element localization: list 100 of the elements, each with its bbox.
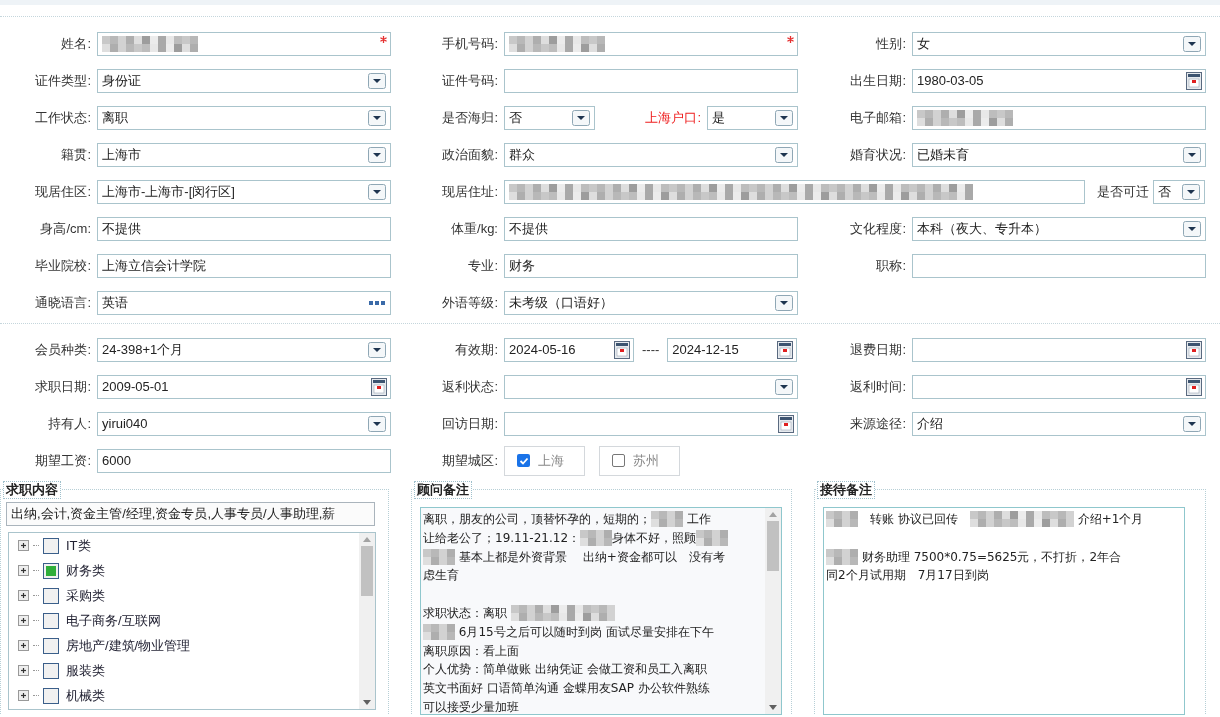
select-field[interactable]: 否	[1153, 179, 1205, 204]
scroll-thumb[interactable]	[767, 521, 779, 571]
redacted-drawing	[651, 511, 683, 528]
field-label: 求职日期:	[34, 377, 92, 396]
note-line: 基本上都是外资背景 出纳+资金都可以 没有考	[423, 547, 763, 567]
text-field[interactable]: 不提供	[504, 216, 798, 241]
expand-icon[interactable]	[18, 640, 29, 651]
checkbox[interactable]	[43, 537, 59, 554]
field-label: 证件类型:	[34, 71, 92, 90]
checkbox[interactable]	[43, 687, 59, 704]
scroll-thumb[interactable]	[361, 546, 373, 596]
calendar-icon[interactable]	[1186, 340, 1202, 359]
select-field[interactable]: 24-398+1个月	[97, 337, 391, 362]
text-field[interactable]	[97, 31, 391, 56]
select-field[interactable]: 女	[912, 31, 1206, 56]
note-line: 转账 协议已回传 介绍+1个月	[826, 510, 1182, 529]
text-field[interactable]: 不提供	[97, 216, 391, 241]
select-field[interactable]: 上海市-上海市-[闵行区]	[97, 179, 391, 204]
text-field[interactable]	[504, 31, 798, 56]
text-field[interactable]	[504, 179, 1085, 204]
field-label: 现居住区:	[34, 182, 92, 201]
tree-item[interactable]: 采购类	[66, 587, 105, 604]
select-field[interactable]: 身份证	[97, 68, 391, 93]
note-line: 让给老公了；19.11-21.12： 身体不好，照顾	[423, 528, 763, 548]
checkbox[interactable]	[612, 454, 625, 467]
text-field[interactable]: 出纳,会计,资金主管/经理,资金专员,人事专员/人事助理,薪	[6, 502, 375, 526]
expand-icon[interactable]	[18, 590, 29, 601]
tree-item[interactable]: 电子商务/互联网	[66, 612, 161, 629]
scroll-down-icon[interactable]	[363, 700, 371, 705]
calendar-icon[interactable]	[1186, 71, 1202, 90]
tree-item[interactable]: 服装类	[66, 662, 105, 679]
select-field[interactable]: yirui040	[97, 411, 391, 436]
calendar-icon[interactable]	[777, 340, 794, 359]
tree-item[interactable]: 财务类	[66, 562, 105, 579]
expand-icon[interactable]	[18, 540, 29, 551]
tree-item[interactable]: IT类	[66, 537, 91, 554]
field-label: 专业:	[467, 256, 499, 275]
calendar-icon[interactable]	[371, 377, 387, 396]
checkbox[interactable]	[43, 637, 59, 654]
text-field[interactable]: 财务	[504, 253, 798, 278]
field-label: 电子邮箱:	[849, 108, 907, 127]
city-option[interactable]: 苏州	[599, 445, 680, 476]
text-field[interactable]: 6000	[97, 448, 391, 473]
checkbox[interactable]	[43, 562, 59, 579]
field-label: 婚育状况:	[849, 145, 907, 164]
date-field[interactable]: 2009-05-01	[97, 374, 391, 399]
expand-icon[interactable]	[18, 690, 29, 701]
select-field[interactable]: 群众	[504, 142, 798, 167]
notes-area[interactable]: 离职，朋友的公司，顶替怀孕的，短期的； 工作 让给老公了；19.11-21.12： 身体不好，照顾 基本上都是外资背景 出纳+资金都可以 没有考 虑生育 求职状态：离职 6月15号之后可以随时到岗 面试尽量安排在下午 离职原因：看上面 个人优势：简单做账 出纳凭证 会做工资和员工入离职 英文书面好 口语简单沟通 金蝶用友SAP 办公软件熟练 可以接受少量加班	[420, 507, 782, 715]
date-field[interactable]	[504, 411, 798, 436]
calendar-icon[interactable]	[778, 414, 794, 433]
date-field[interactable]	[912, 374, 1206, 399]
field-label: 期望城区:	[441, 451, 499, 470]
text-field[interactable]	[504, 68, 798, 93]
section-title: 接待备注	[817, 481, 875, 499]
redacted-drawing	[580, 530, 613, 547]
calendar-icon[interactable]	[614, 340, 630, 359]
calendar-icon[interactable]	[1186, 377, 1202, 396]
select-field[interactable]: 离职	[97, 105, 391, 130]
date-field[interactable]: 1980-03-05	[912, 68, 1206, 93]
select-field[interactable]: 已婚未育	[912, 142, 1206, 167]
select-field[interactable]: 上海市	[97, 142, 391, 167]
checkbox[interactable]	[43, 612, 59, 629]
more-icon[interactable]	[369, 300, 385, 305]
note-line: 虑生育	[423, 567, 460, 585]
lookup-field[interactable]: 英语	[97, 290, 391, 315]
date-field[interactable]: 2024-12-15	[667, 337, 798, 362]
date-field[interactable]	[912, 337, 1206, 362]
expand-icon[interactable]	[18, 665, 29, 676]
scroll-down-icon[interactable]	[769, 705, 777, 710]
scrollbar[interactable]	[359, 533, 375, 709]
notes-area[interactable]: 转账 协议已回传 介绍+1个月 财务助理 7500*0.75=5625元，不打折，2年合 同2个月试用期 7月17日到岗	[823, 507, 1185, 715]
note-line: 离职，朋友的公司，顶替怀孕的，短期的； 工作	[423, 510, 712, 529]
select-field[interactable]: 未考级（口语好）	[504, 290, 798, 315]
select-field[interactable]: 是	[707, 105, 798, 130]
date-field[interactable]: 2024-05-16	[504, 337, 634, 362]
field-label: 籍贯:	[60, 145, 92, 164]
text-field[interactable]	[912, 105, 1206, 130]
field-label: 工作状态:	[34, 108, 92, 127]
range-separator: ----	[642, 340, 660, 359]
note-line: 英文书面好 口语简单沟通 金蝶用友SAP 办公软件熟练	[423, 680, 711, 698]
expand-icon[interactable]	[18, 615, 29, 626]
city-option[interactable]: 上海	[504, 445, 585, 476]
text-field[interactable]: 上海立信会计学院	[97, 253, 391, 278]
select-field[interactable]	[504, 374, 798, 399]
tree-item[interactable]: 房地产/建筑/物业管理	[66, 637, 191, 654]
checkbox[interactable]	[43, 587, 59, 604]
note-line: 同2个月试用期 7月17日到岗	[826, 567, 990, 585]
checkbox[interactable]	[43, 662, 59, 679]
scrollbar[interactable]	[765, 508, 781, 714]
field-label: 文化程度:	[849, 219, 907, 238]
checkbox[interactable]	[517, 454, 530, 467]
field-label: 来源途径:	[849, 414, 907, 433]
tree-item[interactable]: 机械类	[66, 687, 105, 704]
select-field[interactable]: 否	[504, 105, 595, 130]
select-field[interactable]: 本科（夜大、专升本）	[912, 216, 1206, 241]
expand-icon[interactable]	[18, 565, 29, 576]
note-line: 可以接受少量加班	[423, 698, 520, 714]
text-field[interactable]	[912, 253, 1206, 278]
select-field[interactable]: 介绍	[912, 411, 1206, 436]
